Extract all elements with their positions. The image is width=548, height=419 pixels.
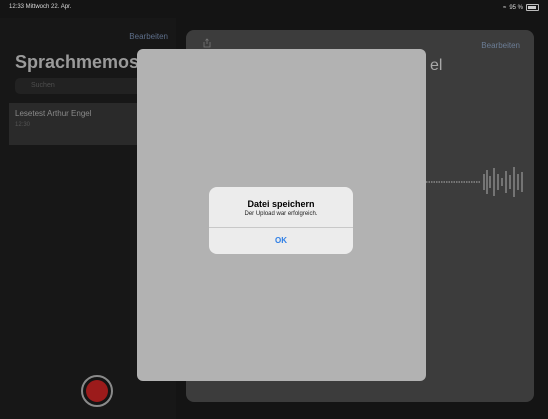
alert-message: Der Upload war erfolgreich.: [244, 211, 318, 217]
share-icon[interactable]: [202, 38, 212, 48]
status-indicators: ≈ 95 %: [503, 4, 539, 11]
record-button[interactable]: [81, 375, 113, 407]
alert-dialog: Datei speichern Der Upload war erfolgrei…: [209, 187, 353, 254]
status-bar: 12:33 Mittwoch 22. Apr. ≈ 95 %: [0, 0, 548, 18]
wifi-icon: ≈: [503, 4, 507, 11]
recording-title: Lesetest Arthur Engel: [15, 109, 92, 118]
battery-icon: [526, 4, 539, 11]
battery-percent: 95 %: [509, 4, 523, 11]
status-time-date: 12:33 Mittwoch 22. Apr.: [9, 4, 72, 10]
detail-edit-button[interactable]: Bearbeiten: [481, 41, 520, 50]
recording-time: 12:30: [15, 122, 31, 128]
sidebar-edit-button[interactable]: Bearbeiten: [129, 32, 168, 41]
ok-button[interactable]: OK: [209, 228, 353, 254]
alert-title: Datei speichern: [247, 199, 315, 209]
app-title: Sprachmemos: [15, 52, 140, 72]
detail-title: el: [430, 57, 443, 74]
waveform: [426, 167, 523, 197]
record-dot-icon: [86, 380, 108, 402]
